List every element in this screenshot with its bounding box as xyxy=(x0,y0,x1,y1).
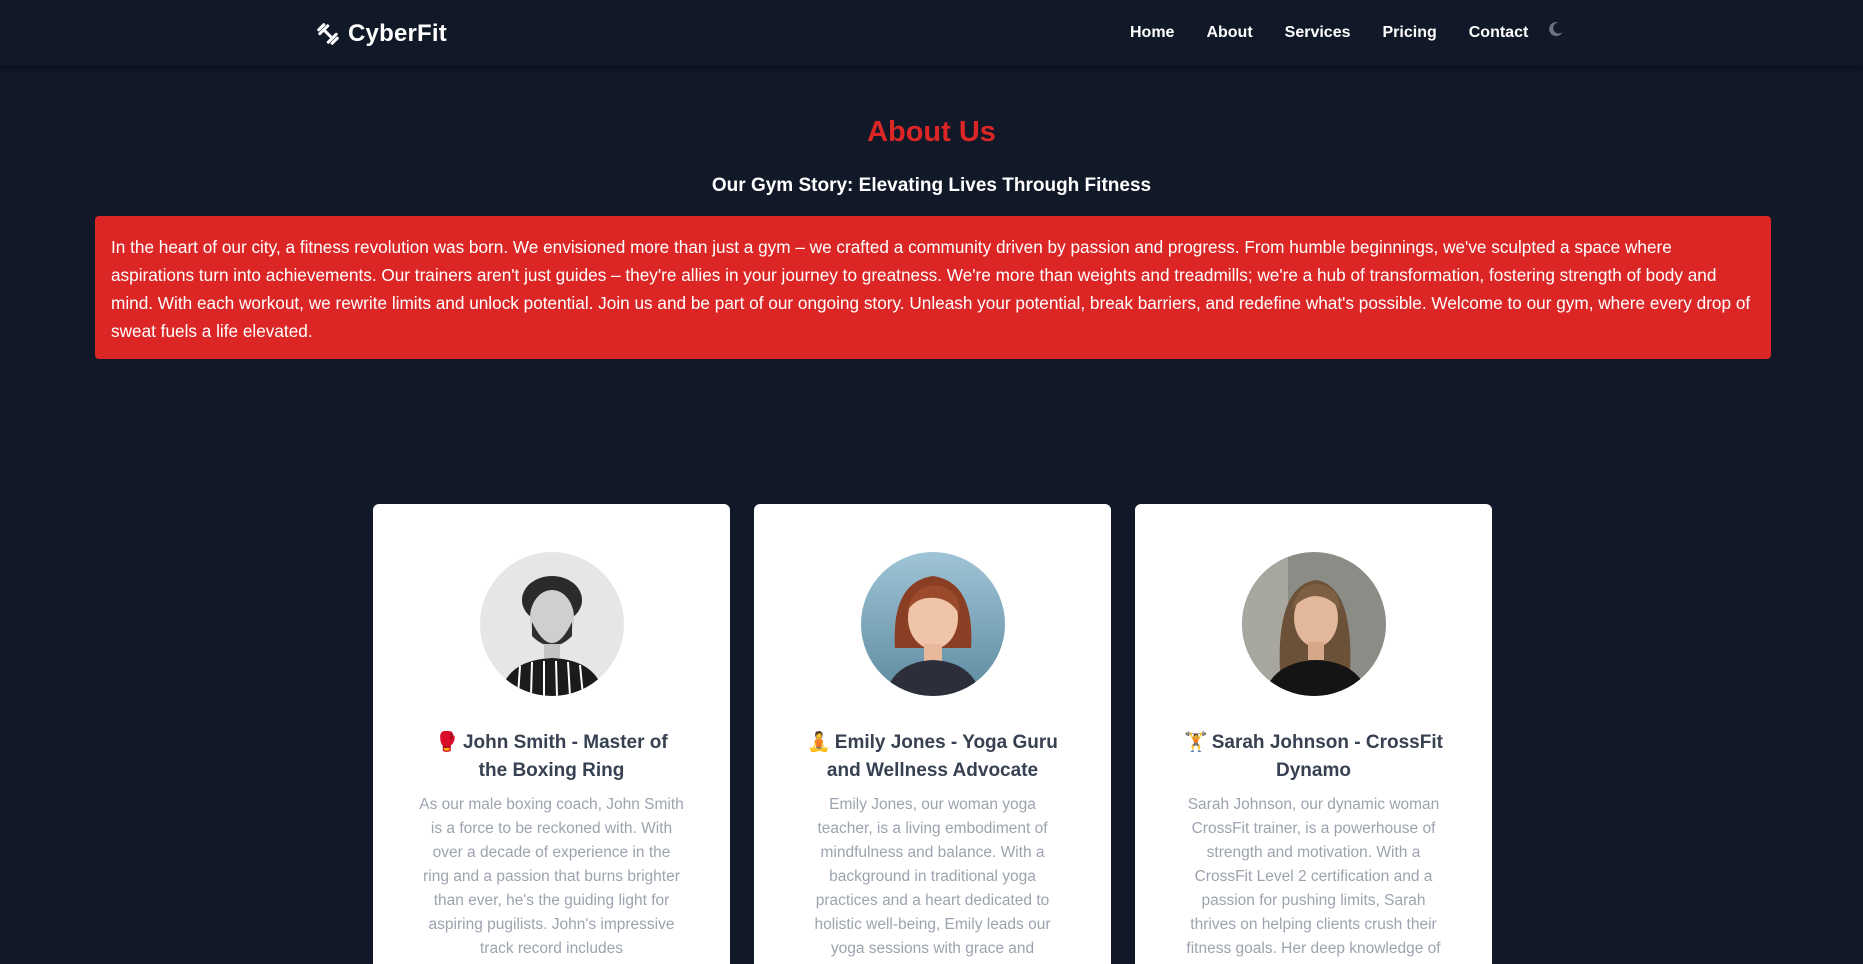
about-subtitle: Our Gym Story: Elevating Lives Through F… xyxy=(711,175,1152,196)
trainer-name-sarah: 🏋️ Sarah Johnson - CrossFit Dynamo xyxy=(1183,729,1444,785)
trainer-name-emily: 🧘 Emily Jones - Yoga Guru and Wellness Ad… xyxy=(802,729,1063,785)
avatar-john xyxy=(480,552,624,696)
yoga-icon: 🧘 xyxy=(807,732,831,753)
trainer-card-john: 🥊 John Smith - Master of the Boxing Ring … xyxy=(373,504,730,964)
avatar-sarah xyxy=(1242,552,1386,696)
trainer-name-text: Sarah Johnson - CrossFit Dynamo xyxy=(1211,732,1443,781)
dumbbell-icon xyxy=(316,22,340,46)
nav-link-contact[interactable]: Contact xyxy=(1469,24,1529,42)
story-box: In the heart of our city, a fitness revo… xyxy=(95,216,1771,359)
nav-menu: Home About Services Pricing Contact xyxy=(1130,22,1560,44)
trainer-name-text: John Smith - Master of the Boxing Ring xyxy=(462,732,668,781)
brand-name: CyberFit xyxy=(348,20,447,47)
avatar-emily xyxy=(861,552,1005,696)
moon-icon xyxy=(1548,21,1564,42)
navbar: CyberFit Home About Services Pricing Con… xyxy=(0,0,1863,66)
trainer-bio-john: As our male boxing coach, John Smith is … xyxy=(419,796,684,957)
nav-link-pricing[interactable]: Pricing xyxy=(1383,24,1437,42)
story-text: In the heart of our city, a fitness revo… xyxy=(111,237,1751,341)
brand-logo-link[interactable]: CyberFit xyxy=(316,19,447,49)
boxing-glove-icon: 🥊 xyxy=(435,732,459,753)
trainer-bio-sarah: Sarah Johnson, our dynamic woman CrossFi… xyxy=(1186,796,1441,957)
trainer-name-john: 🥊 John Smith - Master of the Boxing Ring xyxy=(421,729,682,785)
theme-toggle-button[interactable] xyxy=(1545,20,1567,42)
trainer-card-emily: 🧘 Emily Jones - Yoga Guru and Wellness Ad… xyxy=(754,504,1111,964)
trainer-card-sarah: 🏋️ Sarah Johnson - CrossFit Dynamo Sarah … xyxy=(1135,504,1492,964)
nav-link-about[interactable]: About xyxy=(1206,24,1252,42)
trainer-bio-emily: Emily Jones, our woman yoga teacher, is … xyxy=(814,796,1051,957)
trainer-name-text: Emily Jones - Yoga Guru and Wellness Adv… xyxy=(826,732,1058,781)
about-title: About Us xyxy=(867,116,996,148)
page: CyberFit Home About Services Pricing Con… xyxy=(0,0,1863,964)
nav-link-home[interactable]: Home xyxy=(1130,24,1174,42)
weightlifter-icon: 🏋️ xyxy=(1184,732,1208,753)
nav-link-services[interactable]: Services xyxy=(1285,24,1351,42)
